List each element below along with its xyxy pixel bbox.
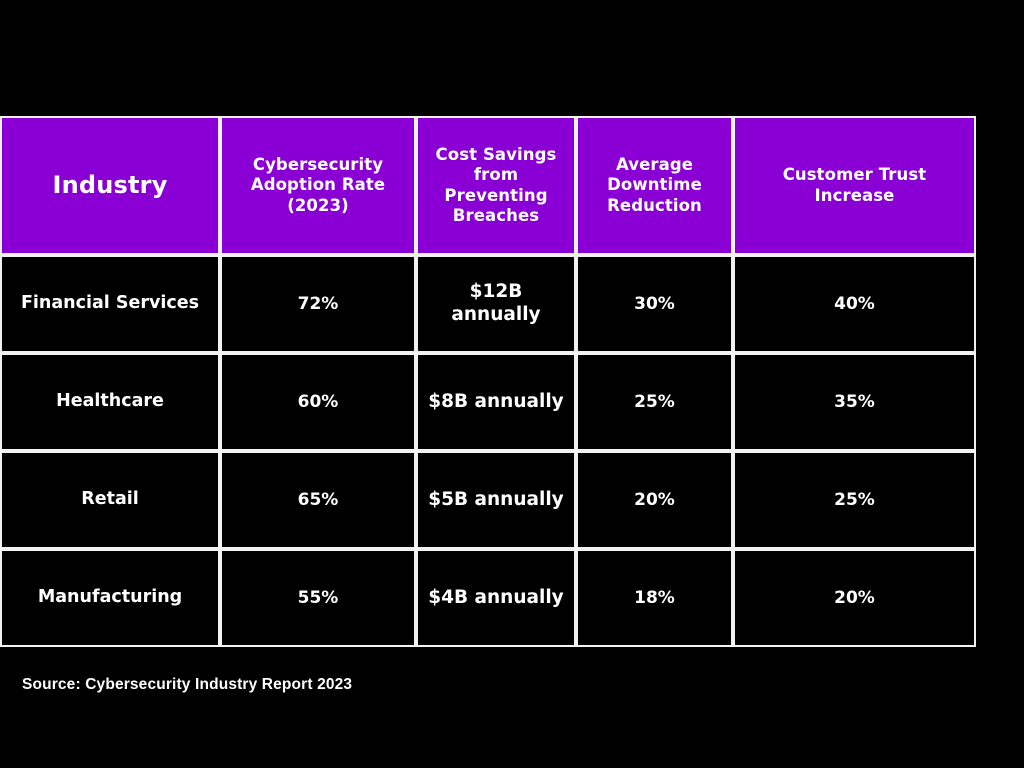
column-header-cost-savings: Cost Savings from Preventing Breaches [416, 116, 576, 255]
source-note: Source: Cybersecurity Industry Report 20… [22, 676, 353, 693]
cell-adoption-rate: 72% [220, 255, 416, 353]
cell-cost-savings: $12B annually [416, 255, 576, 353]
cell-cost-savings: $8B annually [416, 353, 576, 451]
slide-canvas: Industry Cybersecurity Adoption Rate (20… [0, 0, 1024, 768]
cell-downtime-reduction: 25% [576, 353, 733, 451]
column-header-industry: Industry [0, 116, 220, 255]
cell-customer-trust: 40% [733, 255, 976, 353]
table-row: Retail 65% $5B annually 20% 25% [0, 451, 976, 549]
table-container: Industry Cybersecurity Adoption Rate (20… [0, 116, 976, 647]
cell-downtime-reduction: 20% [576, 451, 733, 549]
cybersecurity-industry-table: Industry Cybersecurity Adoption Rate (20… [0, 116, 976, 647]
cell-cost-savings: $5B annually [416, 451, 576, 549]
cell-cost-savings: $4B annually [416, 549, 576, 647]
cell-industry: Healthcare [0, 353, 220, 451]
table-row: Financial Services 72% $12B annually 30%… [0, 255, 976, 353]
table-row: Manufacturing 55% $4B annually 18% 20% [0, 549, 976, 647]
table-body: Financial Services 72% $12B annually 30%… [0, 255, 976, 647]
cell-industry: Manufacturing [0, 549, 220, 647]
cell-customer-trust: 20% [733, 549, 976, 647]
table-header: Industry Cybersecurity Adoption Rate (20… [0, 116, 976, 255]
table-row: Healthcare 60% $8B annually 25% 35% [0, 353, 976, 451]
cell-customer-trust: 25% [733, 451, 976, 549]
cell-adoption-rate: 55% [220, 549, 416, 647]
column-header-downtime-reduction: Average Downtime Reduction [576, 116, 733, 255]
cell-industry: Retail [0, 451, 220, 549]
column-header-adoption-rate: Cybersecurity Adoption Rate (2023) [220, 116, 416, 255]
cell-adoption-rate: 60% [220, 353, 416, 451]
table-header-row: Industry Cybersecurity Adoption Rate (20… [0, 116, 976, 255]
cell-customer-trust: 35% [733, 353, 976, 451]
cell-downtime-reduction: 18% [576, 549, 733, 647]
cell-downtime-reduction: 30% [576, 255, 733, 353]
cell-adoption-rate: 65% [220, 451, 416, 549]
column-header-customer-trust: Customer Trust Increase [733, 116, 976, 255]
cell-industry: Financial Services [0, 255, 220, 353]
